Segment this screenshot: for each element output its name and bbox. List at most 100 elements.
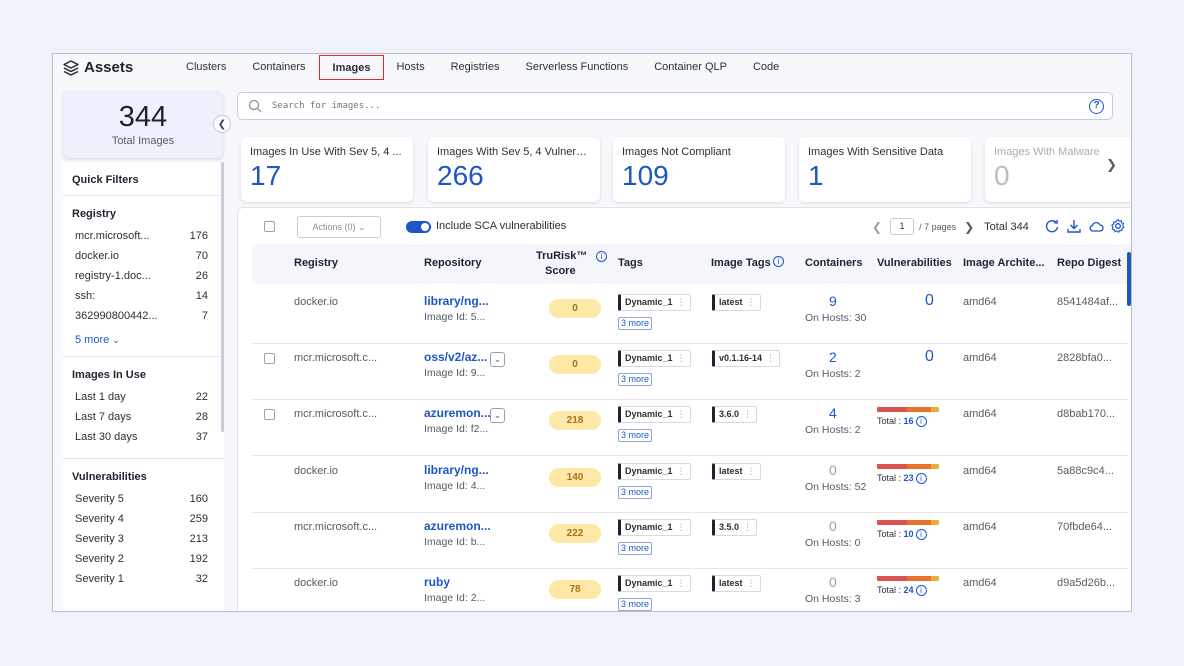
vulnerabilities-count[interactable]: 0 — [925, 292, 934, 310]
containers-count[interactable]: 0 — [829, 462, 837, 478]
image-tag-chip[interactable]: latest ⋮ — [712, 575, 761, 592]
image-tag-chip[interactable]: 3.5.0 ⋮ — [712, 519, 758, 536]
sca-toggle[interactable] — [406, 221, 431, 233]
repository-link[interactable]: ruby — [424, 575, 450, 589]
prev-page-icon[interactable]: ❮ — [872, 220, 882, 234]
next-page-icon[interactable]: ❯ — [964, 220, 974, 234]
containers-count[interactable]: 0 — [829, 518, 837, 534]
table-row[interactable]: docker.io ruby Image Id: 2... 78 Dynamic_1 ⋮ 3… — [252, 569, 1128, 611]
more-vert-icon[interactable]: ⋮ — [677, 466, 686, 476]
kpi-card-malware[interactable]: Images With Malware 0 ❯ — [985, 137, 1131, 202]
repository-link[interactable]: library/ng... — [424, 294, 489, 308]
filter-item[interactable]: Last 7 days 28 — [63, 407, 224, 427]
kpi-card-sensitive-data[interactable]: Images With Sensitive Data 1 — [799, 137, 971, 202]
filter-item[interactable]: Severity 5 160 — [63, 489, 224, 509]
image-tag-chip[interactable]: latest ⋮ — [712, 294, 761, 311]
vulnerabilities-total[interactable]: Total : 23 i — [877, 473, 927, 484]
refresh-icon[interactable] — [1044, 218, 1060, 234]
filter-item[interactable]: Severity 1 32 — [63, 569, 224, 589]
tab-images[interactable]: Images — [318, 55, 385, 80]
col-trurisk[interactable]: TruRisk™ — [536, 250, 587, 262]
filter-item[interactable]: Last 30 days 37 — [63, 427, 224, 447]
tab-clusters[interactable]: Clusters — [173, 55, 239, 80]
more-vert-icon[interactable]: ⋮ — [677, 409, 686, 419]
select-all-checkbox[interactable] — [264, 221, 275, 232]
info-icon[interactable]: i — [915, 585, 927, 596]
more-vert-icon[interactable]: ⋮ — [677, 578, 686, 588]
image-tag-chip[interactable]: 3.6.0 ⋮ — [712, 406, 758, 423]
col-registry[interactable]: Registry — [294, 257, 338, 269]
tab-serverless-functions[interactable]: Serverless Functions — [513, 55, 642, 80]
row-checkbox[interactable] — [264, 409, 275, 420]
info-icon[interactable]: i — [773, 256, 784, 267]
filter-item[interactable]: mcr.microsoft... 176 — [63, 226, 224, 246]
col-image-tags[interactable]: Image Tags — [711, 257, 771, 269]
tab-containers[interactable]: Containers — [239, 55, 318, 80]
tab-registries[interactable]: Registries — [438, 55, 513, 80]
tag-chip[interactable]: Dynamic_1 ⋮ — [618, 350, 691, 367]
containers-count[interactable]: 4 — [829, 405, 837, 421]
col-vulnerabilities[interactable]: Vulnerabilities — [877, 257, 952, 269]
tag-chip[interactable]: Dynamic_1 ⋮ — [618, 575, 691, 592]
more-vert-icon[interactable]: ⋮ — [677, 297, 686, 307]
more-vert-icon[interactable]: ⋮ — [747, 466, 756, 476]
col-repo-digest[interactable]: Repo Digest — [1057, 257, 1121, 269]
tab-container-qlp[interactable]: Container QLP — [641, 55, 740, 80]
filters-scrollbar[interactable] — [221, 162, 224, 432]
more-vert-icon[interactable]: ⋮ — [766, 353, 775, 363]
filter-item[interactable]: docker.io 70 — [63, 246, 224, 266]
filter-item[interactable]: Severity 3 213 — [63, 529, 224, 549]
filter-item[interactable]: Last 1 day 22 — [63, 387, 224, 407]
more-vert-icon[interactable]: ⋮ — [743, 409, 752, 419]
repository-link[interactable]: oss/v2/az... — [424, 350, 487, 364]
registry-more-link[interactable]: 5 more ⌄ — [63, 326, 224, 357]
repository-link[interactable]: azuremon... — [424, 406, 491, 420]
image-tag-chip[interactable]: v0.1.16-14 ⋮ — [712, 350, 781, 367]
help-icon[interactable]: ? — [1089, 99, 1104, 114]
containers-count[interactable]: 2 — [829, 349, 837, 365]
more-tags-chip[interactable]: 3 more — [618, 598, 653, 611]
repository-link[interactable]: azuremon... — [424, 519, 491, 533]
more-tags-chip[interactable]: 3 more — [618, 429, 653, 442]
col-repository[interactable]: Repository — [424, 257, 481, 269]
tag-chip[interactable]: Dynamic_1 ⋮ — [618, 519, 691, 536]
kpi-card-in-use-sev[interactable]: Images In Use With Sev 5, 4 ... 17 — [241, 137, 413, 202]
more-tags-chip[interactable]: 3 more — [618, 373, 653, 386]
more-vert-icon[interactable]: ⋮ — [743, 522, 752, 532]
more-tags-chip[interactable]: 3 more — [618, 486, 653, 499]
repository-link[interactable]: library/ng... — [424, 463, 489, 477]
table-row[interactable]: docker.io library/ng... Image Id: 4... 140 D… — [252, 457, 1128, 513]
chevron-right-icon[interactable]: ❯ — [1106, 157, 1117, 173]
cloud-icon[interactable] — [1088, 218, 1104, 234]
kpi-card-not-compliant[interactable]: Images Not Compliant 109 — [613, 137, 785, 202]
tab-hosts[interactable]: Hosts — [384, 55, 437, 80]
vulnerabilities-total[interactable]: Total : 10 i — [877, 529, 927, 540]
image-tag-chip[interactable]: latest ⋮ — [712, 463, 761, 480]
more-vert-icon[interactable]: ⋮ — [677, 522, 686, 532]
expand-chevron-icon[interactable]: ⌄ — [490, 408, 505, 423]
filter-item[interactable]: registry-1.doc... 26 — [63, 266, 224, 286]
vulnerabilities-total[interactable]: Total : 24 i — [877, 585, 927, 596]
col-containers[interactable]: Containers — [805, 257, 862, 269]
table-row[interactable]: docker.io library/ng... Image Id: 5... 0 Dyn… — [252, 288, 1128, 344]
info-icon[interactable]: i — [915, 529, 927, 540]
vulnerabilities-count[interactable]: 0 — [925, 348, 934, 366]
tag-chip[interactable]: Dynamic_1 ⋮ — [618, 406, 691, 423]
more-vert-icon[interactable]: ⋮ — [747, 297, 756, 307]
row-checkbox[interactable] — [264, 353, 275, 364]
containers-count[interactable]: 0 — [829, 574, 837, 590]
table-row[interactable]: mcr.microsoft.c... azuremon... Image Id: f… — [252, 400, 1128, 456]
info-icon[interactable]: i — [915, 416, 927, 427]
more-vert-icon[interactable]: ⋮ — [747, 578, 756, 588]
expand-chevron-icon[interactable]: ⌄ — [490, 352, 505, 367]
filter-item[interactable]: 362990800442... 7 — [63, 306, 224, 326]
search-input[interactable] — [272, 101, 1052, 111]
table-row[interactable]: mcr.microsoft.c... oss/v2/az... Image Id: … — [252, 344, 1128, 400]
download-icon[interactable] — [1066, 218, 1082, 234]
table-row[interactable]: mcr.microsoft.c... azuremon... Image Id: b… — [252, 513, 1128, 569]
filter-item[interactable]: Severity 4 259 — [63, 509, 224, 529]
collapse-panel-button[interactable]: ❮ — [213, 115, 231, 133]
actions-dropdown[interactable]: Actions (0) ⌄ — [297, 216, 381, 238]
filter-item[interactable]: ssh: 14 — [63, 286, 224, 306]
page-input[interactable]: 1 — [890, 218, 915, 235]
